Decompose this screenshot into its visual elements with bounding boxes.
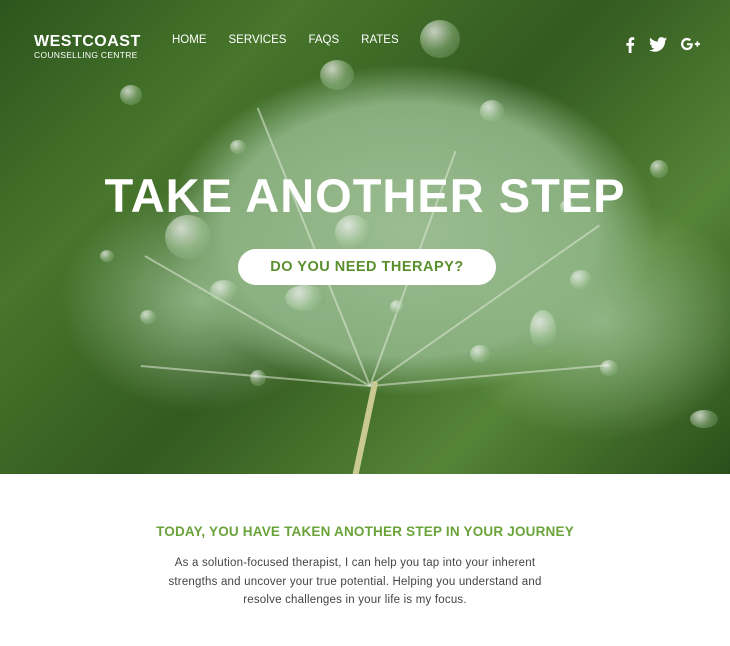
intro-line: As a solution-focused therapist, I can h…	[174, 557, 536, 569]
hero-banner	[0, 0, 730, 474]
leaf-stem	[351, 380, 379, 474]
google-plus-icon[interactable]	[681, 37, 700, 53]
brand-subtitle: COUNSELLING CENTRE	[34, 50, 138, 60]
nav-item-faqs[interactable]: FAQS	[308, 34, 339, 46]
nav-item-services[interactable]: SERVICES	[229, 34, 287, 46]
twitter-icon[interactable]	[649, 37, 667, 53]
therapy-cta-button[interactable]: DO YOU NEED THERAPY?	[238, 249, 496, 285]
nav-item-home[interactable]: HOME	[172, 34, 207, 46]
hero-title: TAKE ANOTHER STEP	[104, 169, 626, 222]
facebook-icon[interactable]	[625, 37, 635, 53]
social-links	[625, 37, 700, 53]
brand-logo[interactable]: WESTCOAST COUNSELLING CENTRE	[34, 33, 141, 60]
intro-heading: TODAY, YOU HAVE TAKEN ANOTHER STEP IN YO…	[156, 524, 574, 539]
intro-paragraph: As a solution-focused therapist, I can h…	[135, 554, 575, 610]
intro-line: strengths and uncover your true potentia…	[168, 575, 542, 588]
intro-line: resolve challenges in your life is my fo…	[243, 594, 467, 606]
brand-name: WESTCOAST	[34, 33, 141, 50]
main-nav: HOME SERVICES FAQS RATES	[172, 34, 421, 46]
nav-item-rates[interactable]: RATES	[361, 34, 399, 46]
